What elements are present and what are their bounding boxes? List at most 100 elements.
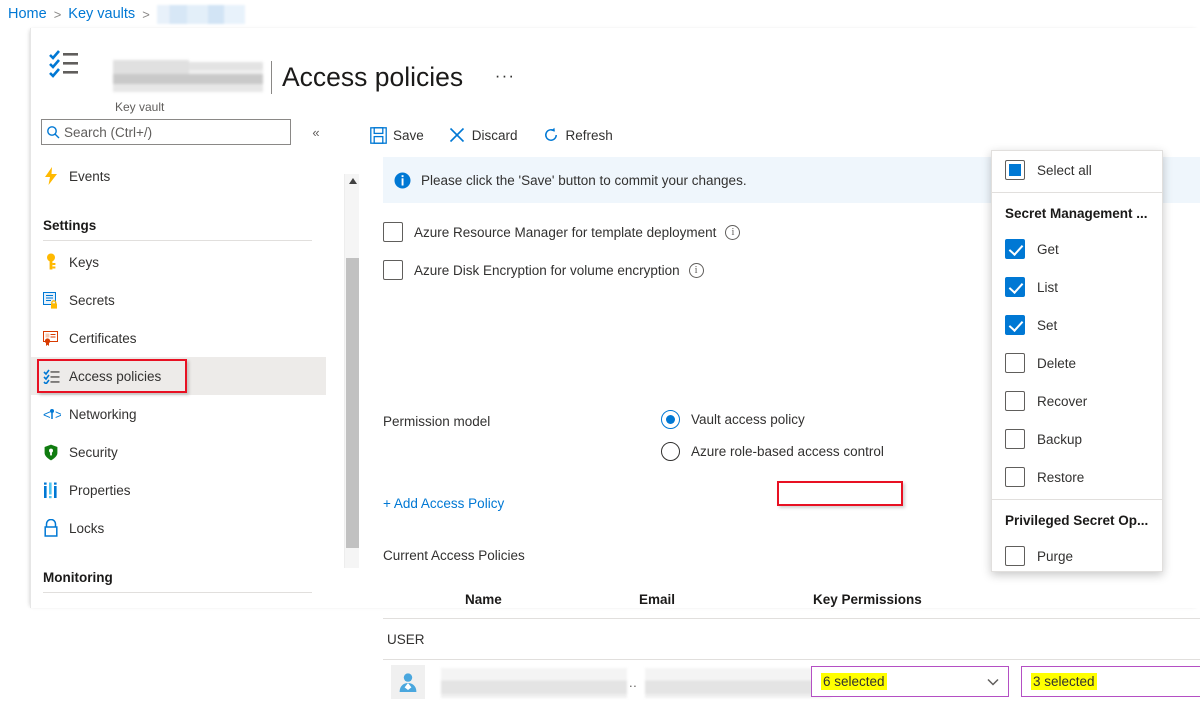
security-shield-icon <box>43 444 69 461</box>
disk-encryption-info-icon[interactable]: i <box>688 262 704 278</box>
vault-access-policy-label: Vault access policy <box>691 412 805 427</box>
arm-template-deployment-checkbox[interactable] <box>383 222 403 242</box>
flyout-group-privileged-secret-operations: Privileged Secret Op... <box>992 503 1162 537</box>
certificate-icon <box>43 330 69 346</box>
refresh-icon <box>540 127 562 143</box>
flyout-item-backup[interactable]: Backup <box>992 420 1162 458</box>
sidebar-item-properties[interactable]: Properties <box>31 471 326 509</box>
column-header-key-permissions[interactable]: Key Permissions <box>813 592 922 607</box>
table-group-label: USER <box>387 631 425 647</box>
search-input[interactable] <box>64 124 290 140</box>
sidebar-item-keys[interactable]: Keys <box>31 243 326 281</box>
save-button[interactable]: Save <box>359 119 432 151</box>
flyout-group-label: Privileged Secret Op... <box>1005 512 1149 528</box>
restore-checkbox[interactable] <box>1005 467 1025 487</box>
secret-permissions-flyout: Select all Secret Management ... Get Lis… <box>991 150 1163 572</box>
radio-azure-rbac[interactable]: Azure role-based access control <box>661 442 884 461</box>
select-all-checkbox[interactable] <box>1005 160 1025 180</box>
sidebar-item-security[interactable]: Security <box>31 433 326 471</box>
flyout-item-label: Restore <box>1037 469 1085 485</box>
column-header-email[interactable]: Email <box>639 592 675 607</box>
search-box[interactable] <box>41 119 291 145</box>
set-checkbox[interactable] <box>1005 315 1025 335</box>
sidebar-item-label: Secrets <box>69 292 115 308</box>
sidebar-item-label: Networking <box>69 406 137 422</box>
key-permissions-dropdown[interactable]: 6 selected <box>811 666 1009 697</box>
permission-model-label: Permission model <box>383 414 491 429</box>
cell-email-redacted <box>645 668 831 698</box>
flyout-item-get[interactable]: Get <box>992 230 1162 268</box>
list-checkbox[interactable] <box>1005 277 1025 297</box>
cell-name-redacted <box>441 668 627 698</box>
flyout-item-label: Set <box>1037 317 1058 333</box>
flyout-item-set[interactable]: Set <box>992 306 1162 344</box>
sidebar-item-locks[interactable]: Locks <box>31 509 326 547</box>
arm-template-deployment-row[interactable]: Azure Resource Manager for template depl… <box>383 222 741 242</box>
chevron-down-icon[interactable] <box>987 667 999 696</box>
purge-checkbox[interactable] <box>1005 546 1025 566</box>
sidebar-group-label: Monitoring <box>43 570 113 585</box>
sidebar-item-label: Locks <box>69 520 105 536</box>
vault-access-policy-radio[interactable] <box>661 410 680 429</box>
breadcrumb-separator-1: > <box>53 6 62 22</box>
recover-checkbox[interactable] <box>1005 391 1025 411</box>
select-all-label: Select all <box>1037 162 1092 178</box>
sidebar-item-label: Properties <box>69 482 131 498</box>
table-row[interactable]: .. .. 6 selected 3 selected <box>383 660 1200 706</box>
collapse-sidebar-button[interactable]: « <box>306 122 326 142</box>
flyout-divider-2 <box>992 499 1162 500</box>
properties-icon <box>43 482 69 499</box>
sidebar-item-label: Security <box>69 444 118 460</box>
sidebar-item-label: Keys <box>69 254 100 270</box>
breadcrumb-item-vault-redacted[interactable] <box>156 4 245 24</box>
user-avatar-icon <box>391 665 425 699</box>
secret-permissions-dropdown[interactable]: 3 selected <box>1021 666 1200 697</box>
disk-encryption-label: Azure Disk Encryption for volume encrypt… <box>414 262 680 278</box>
flyout-select-all-item[interactable]: Select all <box>992 151 1162 189</box>
blade-subtitle: Key vault <box>115 100 165 114</box>
arm-info-icon[interactable]: i <box>725 224 741 240</box>
breadcrumb-item-key-vaults[interactable]: Key vaults <box>68 6 135 22</box>
disk-encryption-checkbox[interactable] <box>383 260 403 280</box>
svg-text:>: > <box>55 407 61 422</box>
flyout-item-recover[interactable]: Recover <box>992 382 1162 420</box>
flyout-group-label: Secret Management ... <box>1005 205 1148 221</box>
sidebar-scrollbar-thumb[interactable] <box>346 258 359 548</box>
secrets-icon <box>43 291 69 309</box>
flyout-item-label: Purge <box>1037 548 1074 564</box>
networking-icon: < > <box>43 406 69 422</box>
refresh-label: Refresh <box>565 127 613 143</box>
flyout-item-label: Backup <box>1037 431 1083 447</box>
disk-encryption-row[interactable]: Azure Disk Encryption for volume encrypt… <box>383 260 704 280</box>
scroll-up-arrow-icon[interactable] <box>345 174 360 188</box>
flyout-item-purge[interactable]: Purge <box>992 537 1162 575</box>
flyout-item-restore[interactable]: Restore <box>992 458 1162 496</box>
sidebar-nav-list: Events Settings Keys Secrets Certificate… <box>31 157 326 595</box>
close-icon <box>446 127 468 143</box>
sidebar-item-access-policies[interactable]: Access policies <box>31 357 326 395</box>
column-header-name[interactable]: Name <box>465 592 502 607</box>
delete-checkbox[interactable] <box>1005 353 1025 373</box>
sidebar-group-monitoring: Monitoring <box>31 547 326 587</box>
vault-name-redacted <box>113 60 263 92</box>
azure-rbac-radio[interactable] <box>661 442 680 461</box>
get-checkbox[interactable] <box>1005 239 1025 259</box>
flyout-item-delete[interactable]: Delete <box>992 344 1162 382</box>
breadcrumb-separator-2: > <box>142 6 150 22</box>
add-access-policy-link[interactable]: + Add Access Policy <box>383 496 504 511</box>
search-icon <box>42 125 64 139</box>
backup-checkbox[interactable] <box>1005 429 1025 449</box>
radio-vault-access-policy[interactable]: Vault access policy <box>661 410 805 429</box>
breadcrumb-item-home[interactable]: Home <box>8 6 47 22</box>
blade-sidebar: « Events Settings <box>31 114 359 608</box>
more-options-icon[interactable]: ··· <box>493 64 517 88</box>
refresh-button[interactable]: Refresh <box>532 119 621 151</box>
sidebar-item-networking[interactable]: < > Networking <box>31 395 326 433</box>
sidebar-item-secrets[interactable]: Secrets <box>31 281 326 319</box>
sidebar-item-certificates[interactable]: Certificates <box>31 319 326 357</box>
flyout-item-list[interactable]: List <box>992 268 1162 306</box>
discard-button[interactable]: Discard <box>438 119 526 151</box>
sidebar-scrollbar[interactable] <box>344 174 359 568</box>
sidebar-divider-settings <box>43 240 312 241</box>
sidebar-item-events[interactable]: Events <box>31 157 326 195</box>
